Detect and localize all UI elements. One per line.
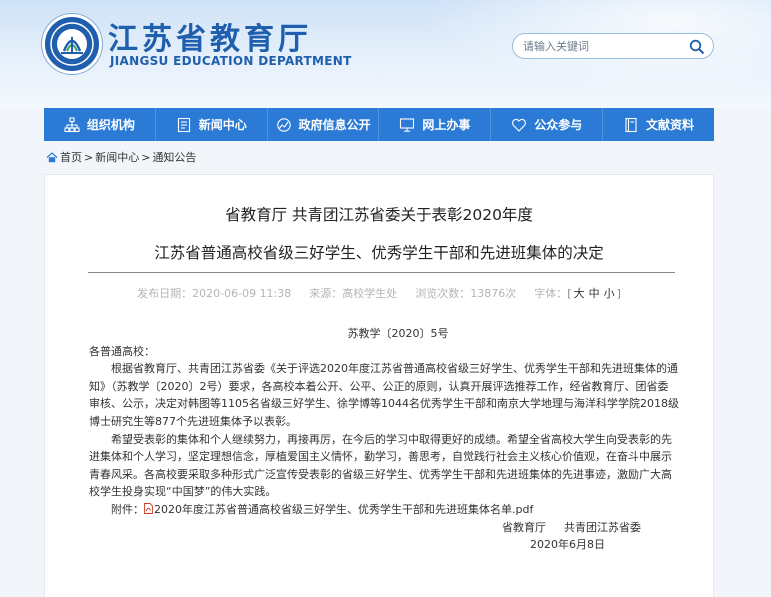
nav-item-news[interactable]: 新闻中心	[156, 108, 268, 141]
article-source: 来源：高校学生处	[309, 287, 398, 300]
heart-icon	[512, 118, 527, 132]
site-subtitle: JIANGSU EDUCATION DEPARTMENT	[110, 54, 352, 68]
attachment-line: 附件： 2020年度江苏省普通高校省级三好学生、优秀学生干部和先进班集体名单.pd…	[89, 501, 679, 519]
info-disclosure-icon	[276, 117, 291, 132]
attachment-label: 附件：	[111, 502, 144, 516]
nav-item-label: 新闻中心	[198, 118, 247, 132]
publish-date: 发布日期：2020-06-09 11:38	[137, 287, 292, 300]
nav-item-label: 网上办事	[422, 118, 471, 132]
font-size-medium[interactable]: 中	[589, 287, 600, 300]
site-title: 江苏省教育厅	[108, 22, 312, 57]
font-size-switcher: 字体：[大中小]	[534, 285, 621, 301]
document-icon	[177, 117, 190, 132]
breadcrumb-home[interactable]: 首页	[60, 149, 82, 165]
nav-item-label: 公众参与	[534, 118, 583, 132]
view-count: 浏览次数：13876次	[415, 287, 517, 300]
breadcrumb: 首页 > 新闻中心 > 通知公告	[46, 149, 196, 165]
breadcrumb-news-center[interactable]: 新闻中心	[95, 149, 139, 165]
article-body: 苏教学〔2020〕5号 各普通高校： 根据省教育厅、共青团江苏省委《关于评选20…	[89, 325, 679, 554]
font-size-bracket-close: ]	[616, 287, 621, 300]
search-box	[512, 33, 714, 59]
nav-item-label: 政府信息公开	[298, 118, 371, 132]
signature-org-1: 省教育厅	[502, 520, 546, 534]
paragraph-1: 根据省教育厅、共青团江苏省委《关于评选2020年度江苏省普通高校省级三好学生、优…	[89, 362, 679, 428]
signature-date: 2020年6月8日	[530, 538, 605, 552]
salutation: 各普通高校：	[89, 344, 155, 358]
font-size-small[interactable]: 小	[604, 287, 615, 300]
site-header: 江苏省教育厅 JIANGSU EDUCATION DEPARTMENT	[0, 0, 771, 108]
article-meta: 发布日期：2020-06-09 11:38 来源：高校学生处 浏览次数：1387…	[45, 285, 713, 301]
article-title-line1: 省教育厅 共青团江苏省委关于表彰2020年度	[225, 206, 533, 224]
breadcrumb-separator: >	[141, 150, 151, 164]
title-divider	[88, 272, 675, 273]
home-icon	[46, 151, 58, 162]
breadcrumb-separator: >	[84, 150, 94, 164]
attachment-link[interactable]: 2020年度江苏省普通高校省级三好学生、优秀学生干部和先进班集体名单.pdf	[154, 503, 533, 516]
signature-orgs: 省教育厅 共青团江苏省委	[89, 519, 679, 537]
breadcrumb-notices[interactable]: 通知公告	[152, 149, 196, 165]
main-nav: 组织机构 新闻中心 政府信息公开 网上办事 公众参与 文献资料	[44, 108, 714, 141]
monitor-icon	[400, 117, 415, 132]
logo-emblem-icon[interactable]	[42, 14, 102, 74]
font-size-bracket-open: [	[567, 287, 572, 300]
paragraph-2: 希望受表彰的集体和个人继续努力，再接再厉，在今后的学习中取得更好的成绩。希望全省…	[89, 432, 672, 499]
book-icon	[625, 117, 637, 132]
pdf-icon	[144, 502, 153, 514]
font-size-large[interactable]: 大	[574, 287, 585, 300]
search-icon[interactable]	[689, 39, 705, 55]
nav-item-literature[interactable]: 文献资料	[603, 108, 714, 141]
nav-item-label: 文献资料	[646, 118, 695, 132]
nav-item-info-disclosure[interactable]: 政府信息公开	[268, 108, 380, 141]
article-title-line2: 江苏省普通高校省级三好学生、优秀学生干部和先进班集体的决定	[154, 244, 604, 262]
nav-item-organization[interactable]: 组织机构	[44, 108, 156, 141]
article-panel: 省教育厅 共青团江苏省委关于表彰2020年度 江苏省普通高校省级三好学生、优秀学…	[44, 174, 714, 597]
document-number: 苏教学〔2020〕5号	[347, 327, 449, 340]
nav-item-online-service[interactable]: 网上办事	[379, 108, 492, 141]
font-size-label: 字体：	[534, 287, 568, 300]
nav-item-label: 组织机构	[86, 118, 135, 132]
search-input[interactable]	[523, 38, 683, 55]
nav-item-public-participation[interactable]: 公众参与	[491, 108, 604, 141]
signature-org-2: 共青团江苏省委	[564, 520, 641, 534]
org-chart-icon	[64, 116, 80, 132]
